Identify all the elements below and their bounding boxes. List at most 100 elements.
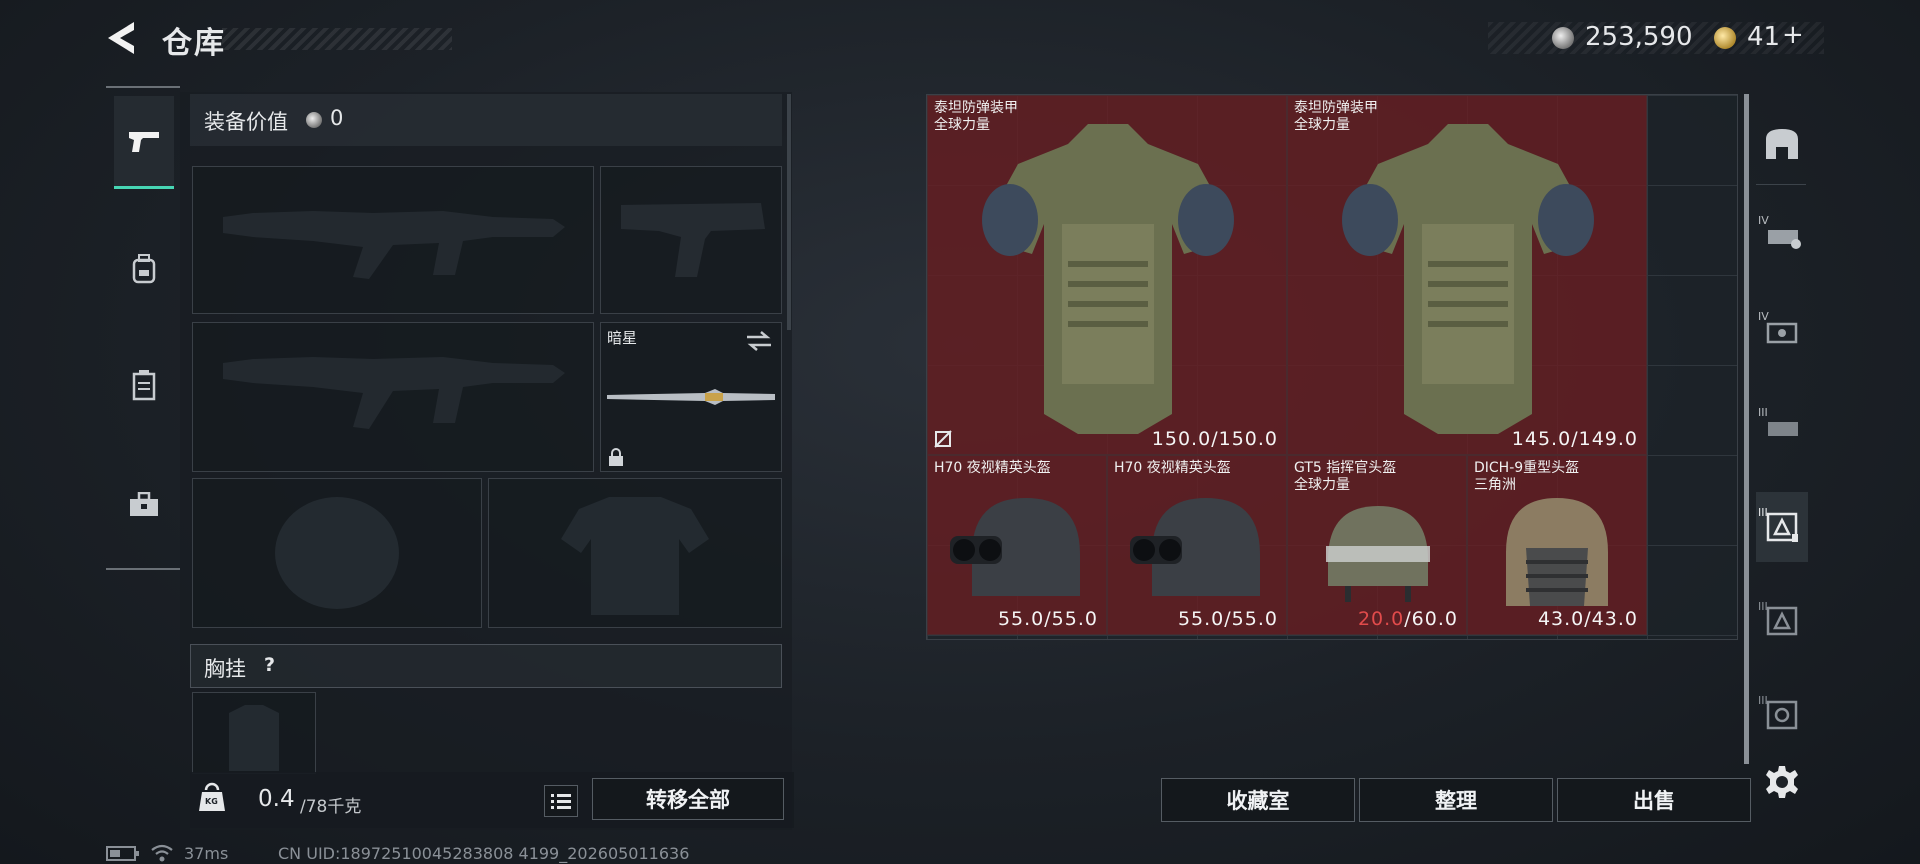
pistol-icon	[129, 132, 159, 152]
item-durability: 20.0/60.0	[1358, 608, 1458, 630]
storage-scrollbar[interactable]	[1744, 94, 1749, 764]
battery-icon	[106, 846, 139, 861]
no-trade-icon	[934, 430, 952, 448]
transfer-all-button[interactable]: 转移全部	[592, 778, 784, 820]
uid-text: CN UID:18972510045283808 4199_2026050116…	[278, 844, 690, 863]
secondary-weapon-slot[interactable]	[192, 322, 594, 472]
tier-label: III	[1758, 506, 1768, 519]
item-helmet-2[interactable]: H70 夜视精英头盔 55.0/55.0	[1107, 455, 1287, 635]
side-tab-tier3-gear[interactable]: III	[1756, 392, 1808, 462]
side-tab-tier3-armor[interactable]: III	[1756, 586, 1808, 656]
side-tab-separator	[1756, 184, 1806, 185]
tier-label: III	[1758, 600, 1768, 613]
primary-weapon-slot[interactable]	[192, 166, 594, 314]
vault-button[interactable]: 收藏室	[1161, 778, 1355, 822]
armor-silhouette-icon	[561, 497, 709, 615]
durability-current: 43.0	[1537, 608, 1585, 630]
gold-add-button[interactable]: +	[1782, 20, 1804, 50]
durability-max: /43.0	[1584, 608, 1638, 630]
item-name: GT5 指挥官头盔	[1294, 460, 1397, 476]
weight-icon-text: KG	[205, 797, 218, 806]
equipment-value: 0	[330, 106, 344, 130]
nav-divider-top	[106, 86, 180, 88]
value-coin-icon	[306, 112, 322, 128]
durability-current: 55.0	[997, 608, 1045, 630]
gold-amount: 41	[1747, 22, 1781, 52]
vest-silhouette-icon	[229, 705, 279, 771]
melee-name: 暗星	[607, 329, 638, 347]
gold-coin-icon	[1714, 27, 1736, 49]
night-vision-helmet-icon	[950, 498, 1080, 596]
lock-icon	[609, 448, 623, 466]
toolbox-icon	[130, 492, 158, 516]
equipment-value-label: 装备价值	[204, 110, 288, 134]
chest-rig-label: 胸挂	[204, 657, 246, 681]
tier-label: III	[1758, 694, 1768, 707]
sell-button[interactable]: 出售	[1557, 778, 1751, 822]
nav-weapon-tab[interactable]	[114, 96, 174, 189]
item-armor-1[interactable]: 泰坦防弹装甲 全球力量 150.0/150.0	[927, 95, 1287, 455]
tier-label: III	[1758, 406, 1768, 419]
tier-label: IV	[1758, 310, 1769, 323]
chest-rig-slot[interactable]	[192, 692, 316, 774]
side-tab-tier4-gear[interactable]: IV	[1756, 200, 1808, 270]
swap-icon[interactable]	[745, 329, 773, 353]
title-decoration	[222, 28, 452, 50]
backpack-icon	[132, 254, 156, 284]
list-view-button[interactable]	[544, 785, 578, 817]
durability-max: /55.0	[1224, 608, 1278, 630]
back-button[interactable]	[104, 20, 138, 56]
ping-text: 37ms	[184, 844, 229, 863]
durability-max: /149.0	[1571, 428, 1638, 450]
chest-rig-bar	[190, 644, 782, 688]
durability-max: /150.0	[1211, 428, 1278, 450]
page-title: 仓库	[162, 26, 226, 61]
side-tab-all[interactable]	[1756, 108, 1808, 178]
nav-container-tab[interactable]	[114, 340, 174, 430]
durability-current: 150.0	[1151, 428, 1212, 450]
container-icon	[132, 370, 156, 401]
nav-backpack-tab[interactable]	[114, 224, 174, 314]
side-tab-armor[interactable]: III	[1756, 492, 1808, 562]
body-armor-icon	[1342, 124, 1594, 434]
night-vision-helmet-icon	[1130, 498, 1260, 596]
durability-current: 145.0	[1511, 428, 1572, 450]
weight-current: 0.4	[258, 786, 295, 812]
knife-icon	[607, 389, 775, 405]
body-armor-icon	[982, 124, 1234, 434]
item-name: H70 夜视精英头盔	[1114, 460, 1231, 476]
back-arrow-icon	[108, 22, 134, 54]
pistol-silhouette-icon	[621, 203, 765, 277]
sidearm-slot[interactable]	[600, 166, 782, 314]
armor-slot[interactable]	[488, 478, 782, 628]
item-durability: 55.0/55.0	[1178, 608, 1278, 630]
item-armor-2[interactable]: 泰坦防弹装甲 全球力量 145.0/149.0	[1287, 95, 1647, 455]
supply-case-icon	[1766, 700, 1798, 730]
list-icon	[551, 794, 571, 809]
melee-slot[interactable]: 暗星	[600, 322, 782, 472]
item-helmet-3[interactable]: GT5 指挥官头盔 全球力量 20.0/60.0	[1287, 455, 1467, 635]
commander-helmet-icon	[1326, 506, 1430, 602]
item-helmet-4[interactable]: DICH-9重型头盔 三角洲 43.0/43.0	[1467, 455, 1647, 635]
side-tab-tier3-misc[interactable]: III	[1756, 680, 1808, 750]
durability-max: /55.0	[1044, 608, 1098, 630]
helmet-silhouette-icon	[275, 497, 399, 609]
storage-all-icon	[1766, 129, 1798, 159]
left-scrollbar[interactable]	[787, 94, 791, 330]
item-durability: 150.0/150.0	[1152, 428, 1278, 450]
side-tab-tier4-case[interactable]: IV	[1756, 296, 1808, 366]
gear-icon	[1766, 766, 1798, 798]
weight-max: /78千克	[300, 797, 362, 817]
armor-case-icon	[1766, 512, 1798, 542]
item-helmet-1[interactable]: H70 夜视精英头盔 55.0/55.0	[927, 455, 1107, 635]
durability-current: 20.0	[1357, 608, 1405, 630]
helmet-slot[interactable]	[192, 478, 482, 628]
settings-button[interactable]	[1756, 748, 1808, 816]
nav-toolbox-tab[interactable]	[114, 460, 174, 550]
item-durability: 43.0/43.0	[1538, 608, 1638, 630]
sort-button[interactable]: 整理	[1359, 778, 1553, 822]
chest-rig-help-icon[interactable]: ?	[264, 654, 275, 676]
rifle-silhouette-icon	[223, 211, 565, 279]
armor-case-icon	[1766, 606, 1798, 636]
rifle-silhouette-icon	[223, 357, 565, 429]
